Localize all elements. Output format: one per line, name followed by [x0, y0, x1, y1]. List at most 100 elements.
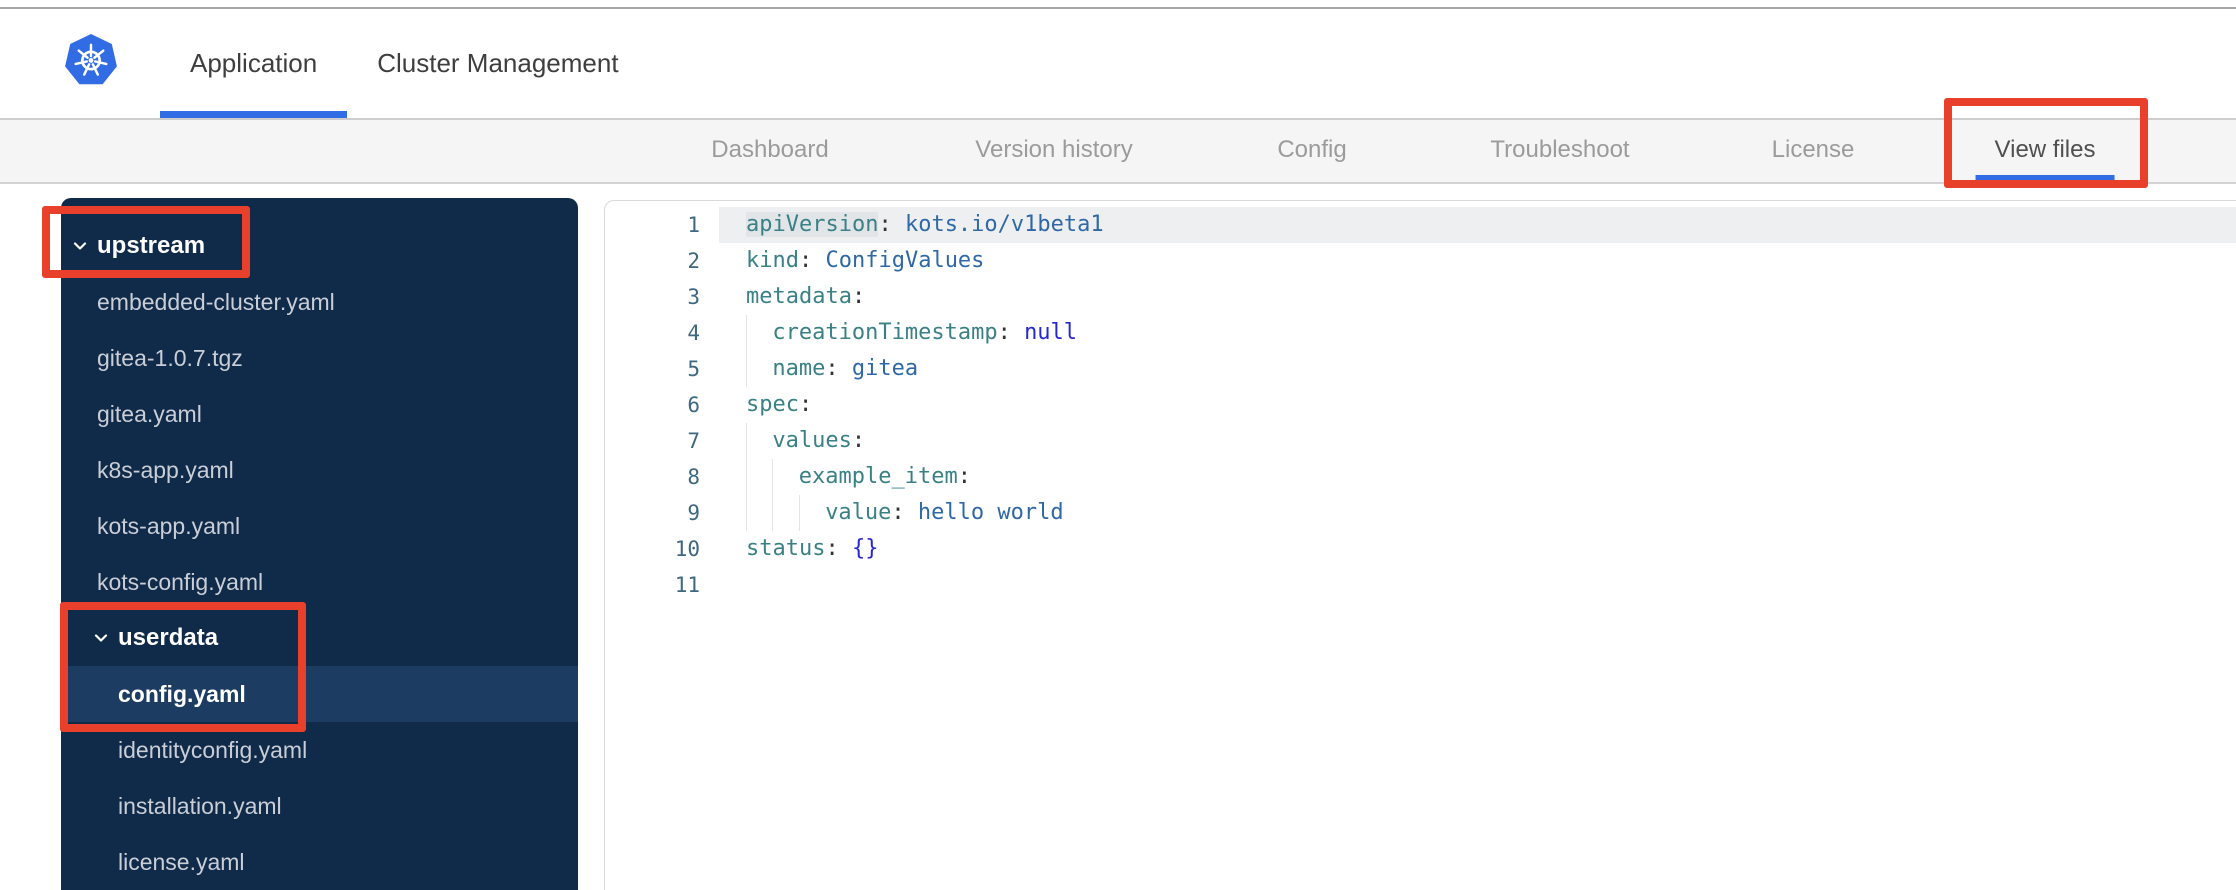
tree-item-label: k8s-app.yaml: [97, 456, 234, 483]
file-gitea-yaml[interactable]: gitea.yaml: [61, 386, 578, 442]
tree-item-label: upstream: [97, 232, 206, 259]
subnav-item-license[interactable]: License: [1753, 120, 1874, 182]
line-number: 3: [687, 285, 700, 309]
line-number: 8: [687, 465, 700, 489]
subnav-item-version-history[interactable]: Version history: [956, 120, 1151, 182]
indent-guide-line: [772, 495, 774, 531]
subnav-item-troubleshoot[interactable]: Troubleshoot: [1471, 120, 1648, 182]
code-line-4: 4 creationTimestamp: null: [605, 315, 2236, 351]
token-val: gitea: [851, 356, 919, 381]
code-line-10: 10 status: {}: [605, 531, 2236, 567]
token-punct: :: [851, 428, 866, 453]
file-k8s-app-yaml[interactable]: k8s-app.yaml: [61, 442, 578, 498]
tab-cluster-management[interactable]: Cluster Management: [347, 9, 648, 118]
indent-guide-line: [746, 315, 747, 351]
token-key: creationTimestamp: [772, 320, 998, 345]
indent-guide-line: [746, 351, 747, 387]
token-val: kots.io/v1beta1: [904, 212, 1104, 237]
token-lit: null: [1024, 320, 1078, 345]
code-lines: 1 apiVersion: kots.io/v1beta1 2 kind: Confi…: [605, 207, 2236, 603]
tree-item-label: embedded-cluster.yaml: [97, 288, 335, 315]
file-viewer[interactable]: 1 apiVersion: kots.io/v1beta1 2 kind: Confi…: [604, 200, 2236, 890]
token-punct: :: [825, 536, 852, 561]
indent-guide-line: [746, 459, 747, 495]
subnav-item-config[interactable]: Config: [1258, 120, 1365, 182]
tree-item-label: kots-app.yaml: [97, 512, 241, 539]
line-number: 4: [687, 321, 700, 345]
code-line-9: 9 value: hello world: [605, 495, 2236, 531]
file-kots-app-yaml[interactable]: kots-app.yaml: [61, 498, 578, 554]
code-text: metadata:: [719, 279, 2236, 315]
file-config-yaml[interactable]: config.yaml: [61, 666, 578, 722]
token-val: hello world: [917, 500, 1064, 525]
token-punct: :: [891, 500, 918, 525]
folder-userdata[interactable]: userdata: [61, 610, 578, 666]
line-number: 11: [674, 573, 700, 597]
file-kots-config-yaml[interactable]: kots-config.yaml: [61, 554, 578, 610]
line-number: 1: [687, 213, 700, 237]
folder-upstream[interactable]: upstream: [61, 218, 578, 274]
token-punct: :: [878, 212, 905, 237]
token-key: spec: [746, 392, 799, 417]
kots-admin-console: Application Cluster Management Dashboard V…: [0, 0, 2236, 890]
chevron-down-icon[interactable]: [72, 238, 88, 254]
token-punct: :: [798, 248, 826, 273]
line-number: 10: [674, 537, 700, 561]
code-text: kind: ConfigValues: [719, 243, 2236, 279]
file-installation-yaml[interactable]: installation.yaml: [61, 778, 578, 834]
tree-item-label: gitea.yaml: [97, 400, 202, 427]
token-punct: :: [798, 392, 813, 417]
subnav-item-dashboard[interactable]: Dashboard: [692, 120, 847, 182]
file-license-yaml[interactable]: license.yaml: [61, 834, 578, 890]
tree-item-label: config.yaml: [118, 680, 246, 707]
code-text: values:: [719, 423, 2236, 459]
tree-item-label: userdata: [118, 624, 219, 651]
code-text: example_item:: [719, 459, 2236, 495]
line-number: 9: [687, 501, 700, 525]
token-punct: :: [825, 356, 852, 381]
tree-item-label: kots-config.yaml: [97, 568, 264, 595]
token-punct: :: [997, 320, 1025, 345]
file-embedded-cluster-yaml[interactable]: embedded-cluster.yaml: [61, 274, 578, 330]
token-key: example_item: [798, 464, 958, 489]
line-number: 7: [687, 429, 700, 453]
file-gitea-1-0-7-tgz[interactable]: gitea-1.0.7.tgz: [61, 330, 578, 386]
tab-application[interactable]: Application: [160, 9, 347, 118]
chevron-down-icon[interactable]: [93, 630, 109, 646]
code-line-5: 5 name: gitea: [605, 351, 2236, 387]
indent-guide-line: [798, 495, 800, 531]
token-key: apiVersion: [746, 212, 879, 237]
kubernetes-logo-icon[interactable]: [64, 32, 118, 90]
code-text: status: {}: [719, 531, 2236, 567]
tree-item-label: gitea-1.0.7.tgz: [97, 344, 243, 371]
code-text: spec:: [719, 387, 2236, 423]
line-number: 2: [687, 249, 700, 273]
file-identityconfig-yaml[interactable]: identityconfig.yaml: [61, 722, 578, 778]
code-line-11: 11: [605, 567, 2236, 603]
indent-guide-line: [772, 459, 774, 495]
token-val: ConfigValues: [825, 248, 985, 273]
token-key: status: [746, 536, 826, 561]
indent-guide-line: [746, 495, 747, 531]
token-key: value: [825, 500, 892, 525]
app-header: Application Cluster Management: [0, 9, 2236, 120]
subnav-item-view-files[interactable]: View files: [1975, 120, 2115, 182]
primary-tabs: Application Cluster Management: [160, 9, 649, 118]
indent-guide-line: [746, 423, 747, 459]
code-line-1: 1 apiVersion: kots.io/v1beta1: [605, 207, 2236, 243]
code-line-6: 6 spec:: [605, 387, 2236, 423]
code-text: apiVersion: kots.io/v1beta1: [719, 207, 2236, 243]
tree-item-label: identityconfig.yaml: [118, 736, 308, 763]
code-line-7: 7 values:: [605, 423, 2236, 459]
tab-label: Cluster Management: [377, 48, 619, 78]
token-key: values: [772, 428, 852, 453]
tree-item-label: installation.yaml: [118, 792, 282, 819]
app-subnav: Dashboard Version history Config Troublesho…: [0, 120, 2236, 184]
code-text: creationTimestamp: null: [719, 315, 2236, 351]
tab-label: Application: [190, 48, 318, 78]
line-number: 5: [687, 357, 700, 381]
token-key: kind: [746, 248, 799, 273]
code-line-2: 2 kind: ConfigValues: [605, 243, 2236, 279]
token-punct: :: [957, 464, 971, 489]
